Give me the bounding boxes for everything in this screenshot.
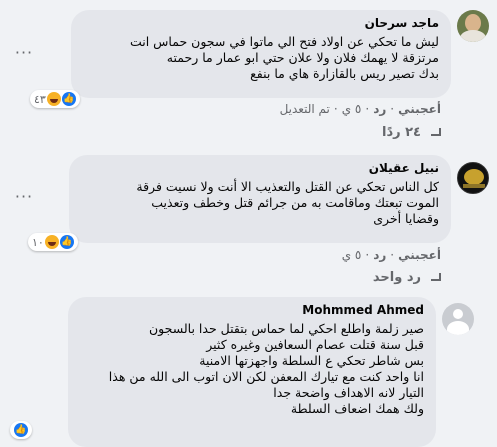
comment-actions: أعجبني · رد · ٥ ي	[342, 248, 441, 262]
haha-reaction-icon	[46, 92, 61, 106]
reaction-summary[interactable]: ٤٣ 👍	[30, 90, 80, 108]
edited-label: تم التعديل	[279, 102, 330, 116]
separator-dot: ·	[333, 102, 338, 116]
reaction-summary[interactable]: 👍	[10, 421, 32, 439]
separator-dot: ·	[365, 248, 370, 262]
replies-label: ٢٤ ردًا	[381, 125, 421, 140]
comment-text-line: كل الناس تحكي عن القتل والتعذيب الا أنت …	[136, 179, 439, 194]
reaction-summary[interactable]: ١٠ 👍	[28, 233, 78, 251]
view-replies-link[interactable]: رد واحد	[373, 270, 441, 285]
like-reaction-icon: 👍	[14, 423, 28, 437]
comment-timestamp[interactable]: ٥ ي	[342, 248, 362, 262]
reply-link[interactable]: رد	[373, 248, 386, 262]
reaction-count: ٤٣	[34, 92, 46, 106]
comment-text-line: التيار لانه الاهداف واضحة جدا	[273, 385, 424, 400]
like-link[interactable]: أعجبني	[398, 102, 441, 116]
comment-text-line: انا واحد كنت مع تيارك المعفن لكن الان ات…	[108, 369, 424, 384]
haha-reaction-icon	[44, 235, 59, 249]
like-link[interactable]: أعجبني	[398, 248, 441, 262]
comment-text-line: ليش ما تحكي عن اولاد فتح الي ماتوا في سج…	[129, 34, 439, 49]
comment-author[interactable]: ماجد سرحان	[83, 16, 439, 31]
avatar[interactable]	[457, 10, 489, 42]
comment-timestamp[interactable]: ٥ ي	[342, 102, 362, 116]
separator-dot: ·	[390, 102, 395, 116]
comment-author[interactable]: نبيل عقيلان	[81, 161, 439, 176]
comment-text-line: وقضايا أخرى	[373, 211, 439, 226]
comment-bubble: نبيل عقيلان كل الناس تحكي عن القتل والتع…	[69, 155, 451, 243]
comment-text-line: ولك همك اضعاف السلطة	[290, 401, 424, 416]
avatar[interactable]	[442, 303, 474, 335]
comment-text-line: قبل سنة قتلت عصام السعافين وغيره كثير	[206, 337, 424, 352]
reaction-count: ١٠	[32, 235, 44, 249]
separator-dot: ·	[365, 102, 370, 116]
reply-arrow-icon	[427, 127, 441, 138]
comment-actions: أعجبني · رد · ٥ ي · تم التعديل	[280, 102, 441, 116]
more-options-icon[interactable]: ···	[12, 188, 36, 212]
like-reaction-icon: 👍	[61, 92, 76, 106]
more-options-icon[interactable]: ···	[12, 44, 36, 68]
reply-link[interactable]: رد	[373, 102, 386, 116]
avatar[interactable]	[457, 162, 489, 194]
reply-arrow-icon	[427, 272, 441, 283]
comment-author[interactable]: Mohmmed Ahmed	[80, 303, 424, 318]
comment-text-line: صير زلمة واطلع احكي لما حماس بتقتل حدا ب…	[148, 321, 424, 336]
view-replies-link[interactable]: ٢٤ ردًا	[382, 125, 441, 140]
like-reaction-icon: 👍	[59, 235, 74, 249]
separator-dot: ·	[390, 248, 395, 262]
comment-text-line: الموت تبعتك وماقامت به من جرائم قتل وخطف…	[151, 195, 439, 210]
comment-bubble: ماجد سرحان ليش ما تحكي عن اولاد فتح الي …	[71, 10, 451, 98]
comment-text-line: بدك تصير ريس بالقازارة هاي ما بنفع	[250, 66, 439, 81]
comment-text-line: مرتزقة لا يهمك فلان ولا علان حتي ابو عما…	[166, 50, 439, 65]
comment-text-line: بس شاطر تحكي ع السلطة واجهزتها الامنية	[199, 353, 424, 368]
replies-label: رد واحد	[372, 270, 421, 285]
comment-bubble: Mohmmed Ahmed صير زلمة واطلع احكي لما حم…	[68, 297, 436, 447]
